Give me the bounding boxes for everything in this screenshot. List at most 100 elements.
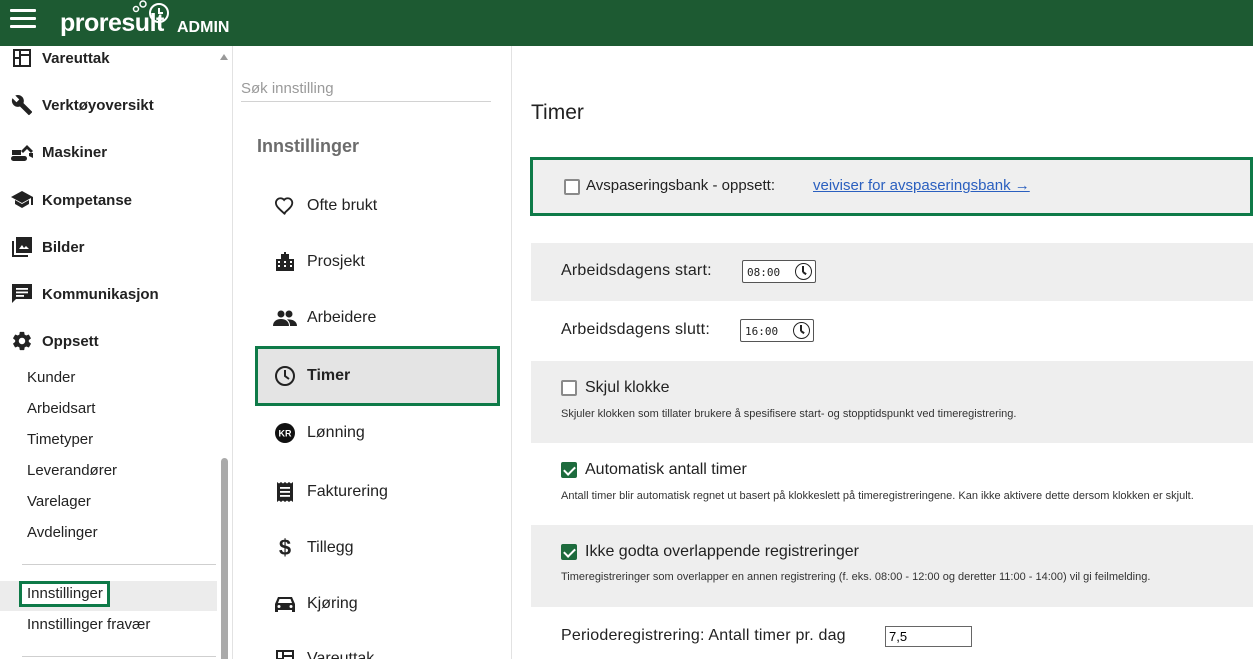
avspaseringsbank-label: Avspaseringsbank - oppsett: <box>586 177 776 194</box>
workday-end-value: 16:00 <box>745 325 779 338</box>
workday-start-time-input[interactable]: 08:00 <box>742 260 816 283</box>
sidebar-item-label: Bilder <box>42 238 85 256</box>
auto-hours-description: Antall timer blir automatisk regnet ut b… <box>561 490 1194 502</box>
settings-item-label: Prosjekt <box>307 253 365 270</box>
sidebar-divider <box>22 564 216 565</box>
settings-item-label: Arbeidere <box>307 309 377 326</box>
sidebar-item-label: Kommunikasjon <box>42 285 159 303</box>
workday-end-time-input[interactable]: 16:00 <box>740 319 814 342</box>
sidebar-subitem-innstillinger-fravaer[interactable]: Innstillinger fravær <box>27 616 150 633</box>
settings-item-fakturering[interactable]: Fakturering <box>255 464 500 520</box>
sidebar-scrollbar[interactable] <box>221 458 228 659</box>
sidebar-item-vareuttak[interactable]: Vareuttak <box>0 46 220 78</box>
sidebar-item-kommunikasjon[interactable]: Kommunikasjon <box>0 274 220 314</box>
chat-icon <box>10 282 34 306</box>
avspaseringsbank-checkbox[interactable] <box>564 179 580 195</box>
admin-label: ADMIN <box>177 19 230 36</box>
settings-item-tillegg[interactable]: $ Tillegg <box>255 520 500 576</box>
photo-library-icon <box>10 235 34 259</box>
dollar-icon: $ <box>278 535 292 560</box>
settings-item-timer[interactable]: Timer <box>255 346 500 406</box>
sidebar-subitem-innstillinger[interactable]: Innstillinger <box>19 581 110 607</box>
workday-start-label: Arbeidsdagens start: <box>561 262 712 279</box>
sidebar-item-verktoyoversikt[interactable]: Verktøyoversikt <box>0 85 220 125</box>
sidebar-item-bilder[interactable]: Bilder <box>0 227 220 267</box>
settings-nav-title: Innstillinger <box>257 136 360 156</box>
sidebar-item-oppsett[interactable]: Oppsett <box>0 321 220 361</box>
settings-item-label: Timer <box>307 367 351 384</box>
car-icon <box>273 592 297 616</box>
avspaseringsbank-wizard-link[interactable]: veiviser for avspaseringsbank → <box>813 177 1030 194</box>
dashboard-icon <box>273 647 297 659</box>
hide-clock-checkbox[interactable] <box>561 380 577 396</box>
period-hours-input[interactable] <box>885 626 972 647</box>
kr-icon: KR <box>273 421 297 445</box>
hide-clock-description: Skjuler klokken som tillater brukere å s… <box>561 408 1017 420</box>
workday-end-label: Arbeidsdagens slutt: <box>561 321 710 338</box>
sidebar-item-label: Kompetanse <box>42 191 133 209</box>
sidebar-item-label: Oppsett <box>42 332 99 350</box>
sidebar-item-label: Vareuttak <box>42 49 110 67</box>
clock-icon <box>273 364 297 388</box>
sidebar-subitem-kunder[interactable]: Kunder <box>27 369 75 386</box>
settings-item-label: Tillegg <box>307 539 354 556</box>
settings-item-kjoring[interactable]: Kjøring <box>255 576 500 632</box>
settings-item-lonning[interactable]: KR Lønning <box>255 405 500 461</box>
settings-item-label: Lønning <box>307 424 365 441</box>
settings-nav: Innstillinger Ofte brukt Prosjekt Arbeid… <box>234 46 512 659</box>
sidebar-subitem-leverandorer[interactable]: Leverandører <box>27 462 117 479</box>
settings-item-arbeidere[interactable]: Arbeidere <box>255 290 500 346</box>
settings-item-label: Kjøring <box>307 595 358 612</box>
app-header: proresult ADMIN <box>0 0 1253 46</box>
workday-start-value: 08:00 <box>747 266 781 279</box>
period-registration-label: Perioderegistrering: Antall timer pr. da… <box>561 627 846 644</box>
no-overlap-description: Timeregistreringer som overlapper en ann… <box>561 571 1151 583</box>
clock-icon[interactable] <box>795 263 812 280</box>
menu-icon[interactable] <box>10 9 36 29</box>
auto-hours-title: Automatisk antall timer <box>585 461 747 478</box>
receipt-icon <box>273 480 297 504</box>
no-overlap-checkbox[interactable] <box>561 544 577 560</box>
settings-item-label: Fakturering <box>307 483 388 500</box>
sidebar-item-label: Verktøyoversikt <box>42 96 154 114</box>
avspaseringsbank-row: Avspaseringsbank - oppsett: veiviser for… <box>530 157 1253 216</box>
dashboard-icon <box>10 46 34 70</box>
settings-content: Timer Avspaseringsbank - oppsett: veivis… <box>513 46 1253 659</box>
sidebar-subitem-varelager[interactable]: Varelager <box>27 493 91 510</box>
sidebar-item-maskiner[interactable]: Maskiner <box>0 132 220 172</box>
sidebar-subitem-arbeidsart[interactable]: Arbeidsart <box>27 400 95 417</box>
gear-icon <box>10 329 34 353</box>
logo-clock-icon <box>132 0 169 23</box>
sidebar-item-kompetanse[interactable]: Kompetanse <box>0 180 220 220</box>
period-registration-row: Perioderegistrering: Antall timer pr. da… <box>531 607 1253 659</box>
people-icon <box>273 306 297 330</box>
wrench-icon <box>10 93 34 117</box>
settings-item-vareuttak[interactable]: Vareuttak <box>255 631 500 659</box>
city-icon <box>273 250 297 274</box>
auto-hours-row: Automatisk antall timer Antall timer bli… <box>531 443 1253 525</box>
sidebar-divider <box>22 656 216 657</box>
sidebar-subitem-avdelinger[interactable]: Avdelinger <box>27 524 98 541</box>
school-icon <box>10 188 34 212</box>
excavator-icon <box>10 140 34 164</box>
sidebar: Vareuttak Verktøyoversikt Maskiner Kompe… <box>0 46 233 659</box>
sidebar-subitem-timetyper[interactable]: Timetyper <box>27 431 93 448</box>
hide-clock-title: Skjul klokke <box>585 379 670 396</box>
auto-hours-checkbox[interactable] <box>561 462 577 478</box>
no-overlap-row: Ikke godta overlappende registreringer T… <box>531 525 1253 607</box>
scroll-up-arrow-icon[interactable] <box>220 54 228 60</box>
workday-end-row: Arbeidsdagens slutt: 16:00 <box>531 301 1253 361</box>
sidebar-item-label: Maskiner <box>42 143 108 161</box>
settings-item-prosjekt[interactable]: Prosjekt <box>255 234 500 290</box>
settings-item-label: Ofte brukt <box>307 197 378 214</box>
workday-start-row: Arbeidsdagens start: 08:00 <box>531 243 1253 301</box>
clock-icon[interactable] <box>793 322 810 339</box>
page-title: Timer <box>531 101 584 124</box>
heart-icon <box>273 194 297 218</box>
settings-item-label: Vareuttak <box>307 650 375 659</box>
kr-text: KR <box>279 429 292 439</box>
settings-item-ofte-brukt[interactable]: Ofte brukt <box>255 178 500 234</box>
no-overlap-title: Ikke godta overlappende registreringer <box>585 543 859 560</box>
settings-search-input[interactable] <box>241 76 491 102</box>
hide-clock-row: Skjul klokke Skjuler klokken som tillate… <box>531 361 1253 443</box>
